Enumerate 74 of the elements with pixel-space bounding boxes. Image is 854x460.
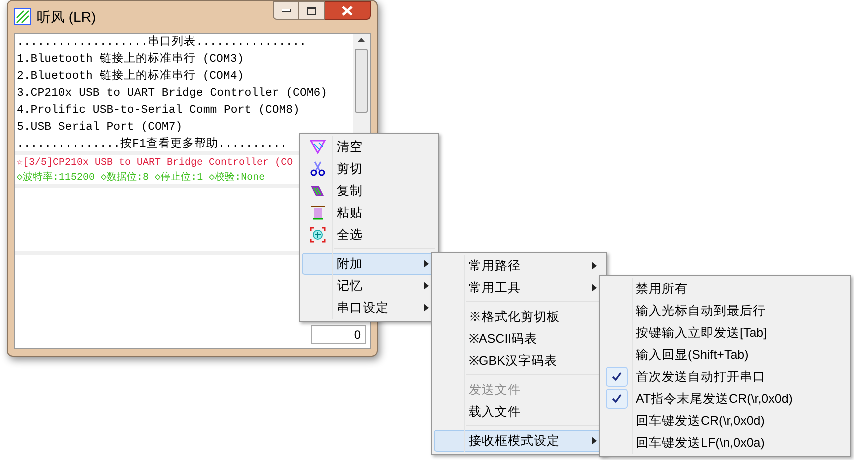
- menu-item-label: 输入光标自动到最后行: [636, 302, 766, 320]
- menu-item[interactable]: 载入文件: [434, 401, 604, 430]
- submenu-arrow-icon: [424, 282, 428, 290]
- menu-item-label: 回车键发送CR(\r,0x0d): [636, 412, 765, 430]
- minimize-button[interactable]: [273, 1, 299, 20]
- submenu-arrow-icon: [592, 262, 596, 270]
- menu-item-label: ※ASCII码表: [469, 330, 539, 348]
- menu-item-label: 输入回显(Shift+Tab): [636, 346, 749, 364]
- menu-item-label: 按键输入立即发送[Tab]: [636, 324, 768, 342]
- clipboard-icon: [310, 205, 326, 221]
- menu-item[interactable]: 剪切: [302, 158, 436, 180]
- minimize-icon: [282, 9, 290, 12]
- close-button[interactable]: [325, 1, 371, 20]
- copy-icon: [310, 183, 326, 199]
- checkmark-icon: [612, 394, 622, 404]
- menu-item-label: 常用路径: [469, 258, 522, 275]
- port-list-line: 1.Bluetooth 链接上的标准串行 (COM3): [17, 52, 244, 68]
- menu-item[interactable]: AT指令末尾发送CR(\r,0x0d): [602, 388, 848, 410]
- window-title: 听风 (LR): [37, 8, 96, 27]
- menu-item-label: 禁用所有: [636, 280, 688, 298]
- menu-item[interactable]: 常用路径: [434, 255, 604, 277]
- menu-item[interactable]: 回车键发送CR(\r,0x0d): [602, 410, 848, 432]
- menu-item[interactable]: 清空: [302, 136, 436, 158]
- serial-settings-line: ◇波特率:115200 ◇数据位:8 ◇停止位:1 ◇校验:None: [17, 171, 266, 184]
- submenu-arrow-icon: [424, 304, 428, 312]
- port-list-line: 3.CP210x USB to UART Bridge Controller (COM6): [17, 86, 328, 102]
- menu-item-label: ※格式化剪切板: [469, 308, 561, 326]
- menu-item-label: 载入文件: [469, 404, 522, 421]
- menu-item-label: 回车键发送LF(\n,0x0a): [636, 434, 765, 452]
- menu-item-label: 全选: [337, 226, 364, 244]
- eraser-icon: [310, 139, 326, 155]
- menu-item-label: 剪切: [337, 160, 364, 178]
- maximize-button[interactable]: [299, 1, 325, 20]
- help-hint: ...............按F1查看更多帮助..........: [17, 136, 288, 151]
- port-list-line: 5.USB Serial Port (COM7): [17, 120, 183, 136]
- menu-item[interactable]: 粘贴: [302, 202, 436, 224]
- menu-item-label: 附加: [337, 256, 364, 273]
- submenu-arrow-icon: [424, 260, 428, 268]
- menu-item[interactable]: 常用工具: [434, 277, 604, 306]
- menu-item-label: 粘贴: [337, 204, 364, 222]
- app-icon: [14, 8, 32, 26]
- submenu-arrow-icon: [592, 284, 596, 292]
- maximize-icon: [307, 6, 316, 14]
- submenu-arrow-icon: [592, 437, 596, 445]
- counter-field[interactable]: 0: [311, 325, 366, 344]
- menu-item-label: 常用工具: [469, 280, 522, 297]
- port-list-header: ...................串口列表................: [17, 34, 307, 51]
- select-all-icon: [310, 227, 326, 243]
- menu-item-label: 复制: [337, 182, 364, 200]
- menu-item-label: 清空: [337, 138, 364, 156]
- close-icon: [342, 6, 353, 16]
- menu-item[interactable]: 输入回显(Shift+Tab): [602, 344, 848, 366]
- menu-item-label: 接收框模式设定: [469, 432, 561, 450]
- port-status-line: ☆[3/5]CP210x USB to UART Bridge Controller (CO: [17, 156, 294, 171]
- scroll-up-icon: [358, 38, 365, 42]
- menu-item[interactable]: 禁用所有: [602, 278, 848, 300]
- scissors-icon: [310, 161, 326, 177]
- port-list-line: 2.Bluetooth 链接上的标准串行 (COM4): [17, 68, 244, 85]
- menu-item[interactable]: 回车键发送LF(\n,0x0a): [602, 432, 848, 454]
- menu-item-label: 记忆: [337, 278, 364, 295]
- checkmark-icon: [612, 372, 622, 382]
- scrollbar-thumb[interactable]: [355, 49, 368, 113]
- menu-item-label: 发送文件: [469, 382, 522, 399]
- menu-item[interactable]: 全选: [302, 224, 436, 253]
- menu-item-label: AT指令末尾发送CR(\r,0x0d): [636, 390, 793, 408]
- menu-item[interactable]: 按键输入立即发送[Tab]: [602, 322, 848, 344]
- menu-item[interactable]: ※GBK汉字码表: [434, 350, 604, 379]
- menu-item[interactable]: 输入光标自动到最后行: [602, 300, 848, 322]
- menu-item-label: 串口设定: [337, 300, 390, 317]
- port-list-line: 4.Prolific USB-to-Serial Comm Port (COM8): [17, 103, 300, 119]
- menu-item[interactable]: 首次发送自动打开串口: [602, 366, 848, 388]
- menu-item[interactable]: 复制: [302, 180, 436, 202]
- menu-item-label: ※GBK汉字码表: [469, 352, 558, 370]
- menu-item-label: 首次发送自动打开串口: [636, 368, 766, 386]
